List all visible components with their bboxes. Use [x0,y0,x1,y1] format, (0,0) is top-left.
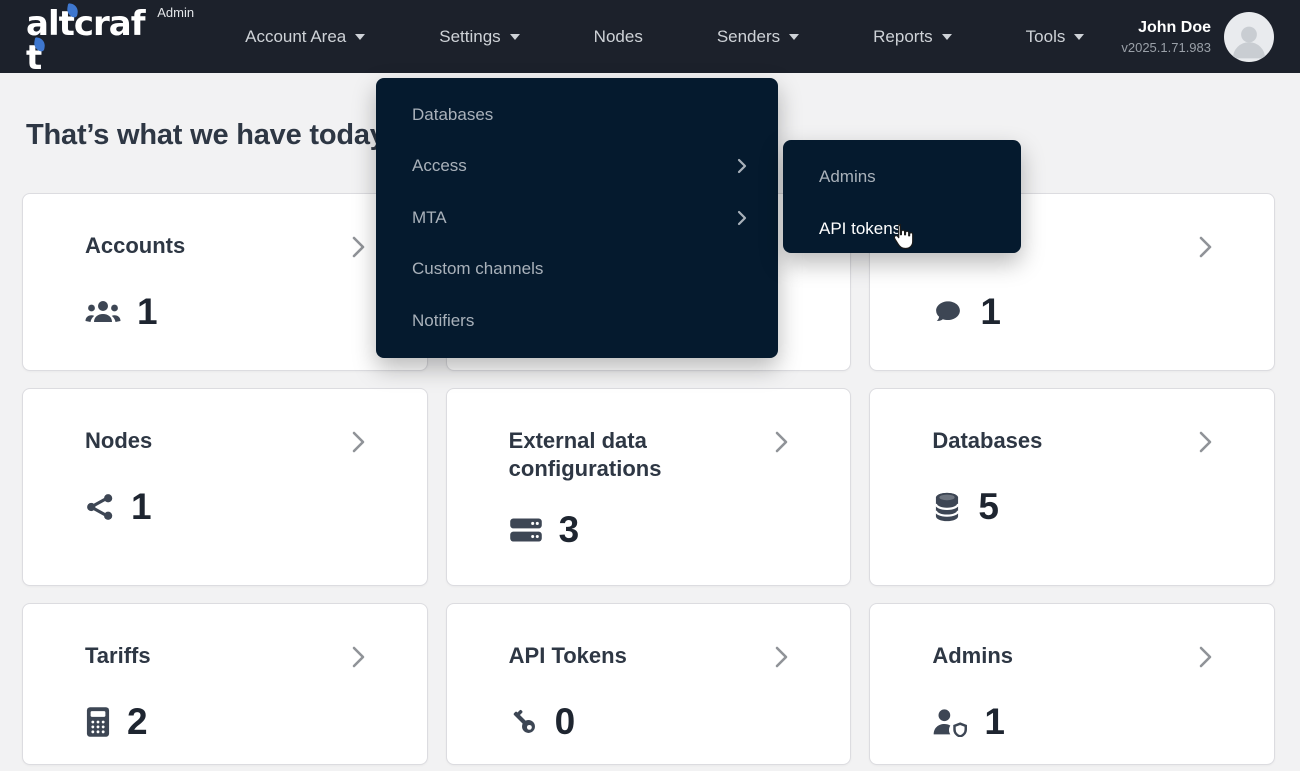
menu-item-custom-channels[interactable]: Custom channels [376,244,778,296]
chevron-right-icon [736,209,748,227]
key-icon [509,707,539,737]
top-navigation-bar: altcraft Admin Account Area Settings Nod… [0,0,1300,73]
database-icon [932,491,962,523]
chevron-right-icon[interactable] [770,429,792,460]
user-menu[interactable]: John Doe v2025.1.71.983 [1121,12,1274,62]
card-external-data-configurations[interactable]: External data configurations 3 [446,388,852,586]
access-submenu: Admins API tokens [783,140,1021,253]
nav-nodes[interactable]: Nodes [557,1,680,73]
nav-settings[interactable]: Settings [402,1,556,73]
avatar-placeholder-icon [1227,18,1271,62]
card-api-tokens[interactable]: API Tokens 0 [446,603,852,765]
avatar[interactable] [1224,12,1274,62]
chevron-right-icon [736,157,748,175]
submenu-item-admins[interactable]: Admins [783,151,1021,203]
chevron-right-icon[interactable] [347,644,369,675]
user-shield-icon [932,707,968,737]
chevron-right-icon[interactable] [1194,429,1216,460]
caret-down-icon [355,34,365,40]
nav-senders[interactable]: Senders [680,1,836,73]
settings-dropdown-menu: Databases Access MTA Custom channels Not… [376,78,778,358]
caret-down-icon [942,34,952,40]
logo-t-accent-icon: t [26,41,41,75]
menu-item-mta[interactable]: MTA [376,192,778,244]
caret-down-icon [789,34,799,40]
share-nodes-icon [85,492,115,522]
admin-badge: Admin [157,0,194,20]
user-name: John Doe [1121,19,1211,37]
card-databases[interactable]: Databases 5 [869,388,1275,586]
app-version: v2025.1.71.983 [1121,40,1211,55]
menu-item-access[interactable]: Access [376,141,778,193]
submenu-item-api-tokens[interactable]: API tokens [783,203,1021,255]
caret-down-icon [510,34,520,40]
nav-reports[interactable]: Reports [836,1,989,73]
card-tariffs[interactable]: Tariffs 2 [22,603,428,765]
menu-item-notifiers[interactable]: Notifiers [376,295,778,347]
calculator-icon [85,706,111,738]
menu-item-databases[interactable]: Databases [376,89,778,141]
users-icon [85,297,121,327]
chevron-right-icon[interactable] [347,429,369,460]
card-accounts[interactable]: Accounts 1 [22,193,428,371]
chat-bubble-icon [932,297,964,327]
nav-tools[interactable]: Tools [989,1,1122,73]
chevron-right-icon[interactable] [347,234,369,265]
logo-t-accent-icon: t [59,7,74,41]
chevron-right-icon[interactable] [1194,234,1216,265]
altcraft-logo[interactable]: altcraft Admin [26,0,194,75]
nav-account-area[interactable]: Account Area [208,1,402,73]
card-nodes[interactable]: Nodes 1 [22,388,428,586]
chevron-right-icon[interactable] [1194,644,1216,675]
main-nav: Account Area Settings Nodes Senders Repo… [208,1,1121,73]
logo-wordmark: altcraft [26,0,148,75]
caret-down-icon [1074,34,1084,40]
card-admins[interactable]: Admins 1 [869,603,1275,765]
server-icon [509,515,543,545]
chevron-right-icon[interactable] [770,644,792,675]
